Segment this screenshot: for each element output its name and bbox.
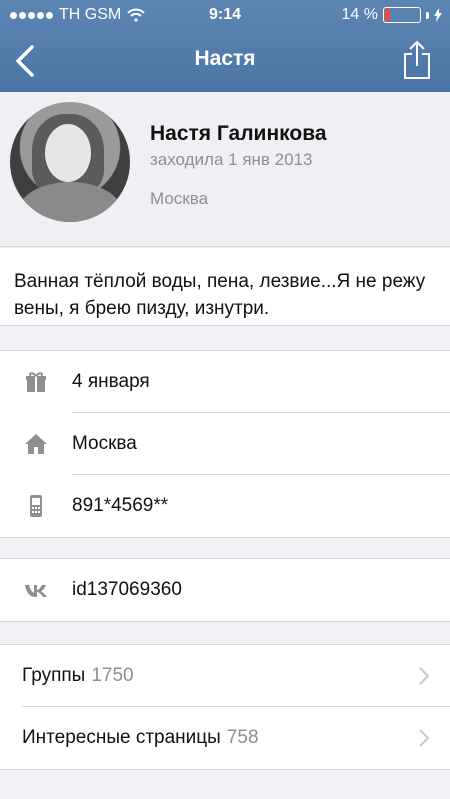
pages-label-wrap: Интересные страницы 758 bbox=[22, 727, 259, 749]
chevron-right-icon bbox=[419, 667, 430, 685]
profile-name: Настя Галинкова bbox=[150, 122, 327, 145]
groups-row[interactable]: Группы 1750 bbox=[0, 645, 450, 707]
header: TH GSM 9:14 14 % Настя bbox=[0, 0, 450, 92]
pages-count: 758 bbox=[226, 727, 259, 748]
page-title: Настя bbox=[194, 47, 256, 70]
vk-id-value[interactable]: id137069360 bbox=[72, 579, 182, 601]
avatar[interactable] bbox=[10, 102, 130, 222]
last-seen: заходила 1 янв 2013 bbox=[150, 150, 313, 169]
battery-percent: 14 % bbox=[341, 6, 378, 23]
battery-area: 14 % bbox=[342, 6, 442, 24]
gift-icon bbox=[26, 372, 46, 392]
city-value: Москва bbox=[72, 433, 137, 454]
status-bar: TH GSM 9:14 14 % bbox=[0, 0, 450, 30]
phone-row[interactable]: 891*4569** bbox=[0, 475, 450, 537]
birthday-value: 4 января bbox=[72, 371, 150, 392]
chevron-right-icon bbox=[419, 729, 430, 747]
info-section: 4 января Москва 891*4569** bbox=[0, 350, 450, 538]
links-section: Группы 1750 Интересные страницы 758 bbox=[0, 644, 450, 770]
share-icon[interactable] bbox=[402, 40, 432, 80]
groups-count: 1750 bbox=[91, 665, 134, 686]
battery-icon bbox=[383, 7, 421, 23]
phone-icon bbox=[30, 495, 42, 517]
city-row: Москва bbox=[0, 413, 450, 475]
pages-label: Интересные страницы bbox=[22, 727, 221, 748]
nav-bar: Настя bbox=[0, 30, 450, 92]
vk-icon bbox=[25, 585, 47, 597]
charging-icon bbox=[434, 8, 442, 22]
vk-id-row[interactable]: id137069360 bbox=[0, 559, 450, 621]
profile-city: Москва bbox=[150, 189, 209, 208]
status-text: Ванная тёплой воды, пена, лезвие...Я не … bbox=[0, 248, 450, 326]
groups-label: Группы bbox=[22, 665, 86, 686]
groups-label-wrap: Группы 1750 bbox=[22, 665, 134, 687]
profile-header: Настя Галинкова заходила 1 янв 2013 Моск… bbox=[0, 92, 450, 247]
home-icon bbox=[25, 434, 47, 454]
phone-value[interactable]: 891*4569** bbox=[72, 495, 168, 517]
vk-section: id137069360 bbox=[0, 558, 450, 622]
interesting-pages-row[interactable]: Интересные страницы 758 bbox=[0, 707, 450, 769]
birthday-row: 4 января bbox=[0, 351, 450, 413]
